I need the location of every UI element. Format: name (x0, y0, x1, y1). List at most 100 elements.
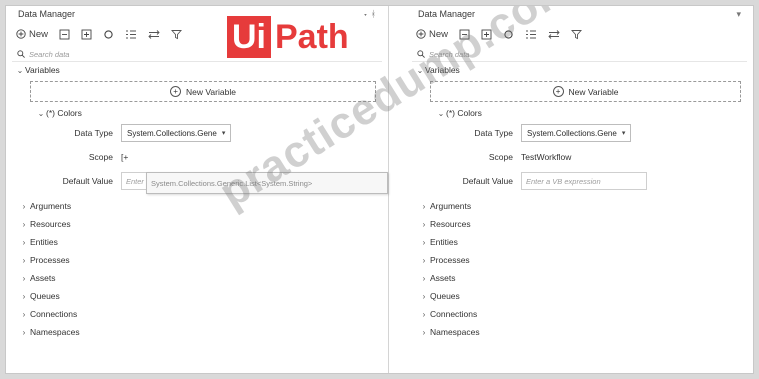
scope-value[interactable]: TestWorkflow (521, 152, 571, 162)
collapse-all-button[interactable] (459, 29, 470, 40)
category-item-assets[interactable]: › Assets (6, 269, 388, 287)
chevron-down-icon[interactable]: ⌄ (36, 109, 46, 118)
collapse-all-button[interactable] (59, 29, 70, 40)
category-item-connections[interactable]: › Connections (406, 305, 753, 323)
expand-all-button[interactable] (81, 29, 92, 40)
sort-button[interactable] (548, 29, 560, 40)
chevron-right-icon[interactable]: › (418, 274, 430, 283)
chevron-right-icon[interactable]: › (418, 220, 430, 229)
data-type-row: Data Type System.Collections.Gene ▾ (6, 121, 388, 145)
plus-circle-icon: + (552, 86, 564, 97)
chevron-down-icon[interactable]: ⌄ (415, 66, 425, 75)
data-manager-panel-right: Data Manager ▾ New Search data ⌄ Variabl… (406, 6, 753, 373)
data-type-value: System.Collections.Gene (527, 128, 617, 138)
new-button-label: New (29, 28, 49, 40)
chevron-right-icon[interactable]: › (418, 310, 430, 319)
variables-node[interactable]: ⌄ Variables (406, 62, 753, 78)
chevron-right-icon[interactable]: › (18, 310, 30, 319)
chevron-right-icon[interactable]: › (418, 202, 430, 211)
dropdown-option[interactable]: System.Collections.Generic.List<System.S… (151, 179, 312, 188)
dropdown-arrow-icon: ▾ (221, 130, 226, 137)
scope-value[interactable]: [+ (121, 152, 128, 162)
chevron-right-icon[interactable]: › (418, 256, 430, 265)
data-tree: ⌄ Variables + New Variable ⌄ (*) Colors … (406, 62, 753, 341)
plus-circle-icon (416, 29, 426, 39)
panel-options-icon[interactable]: ▾ (736, 6, 741, 23)
category-item-connections[interactable]: › Connections (6, 305, 388, 323)
category-item-namespaces[interactable]: › Namespaces (406, 323, 753, 341)
chevron-right-icon[interactable]: › (418, 328, 430, 337)
chevron-right-icon[interactable]: › (18, 202, 30, 211)
category-label: Entities (430, 237, 458, 247)
panel-options-icon[interactable]: ▾ ᚼ (363, 6, 376, 23)
category-list: › Arguments › Resources › Entities › Processes ›… (406, 197, 753, 341)
chevron-right-icon[interactable]: › (18, 220, 30, 229)
filter-button[interactable] (171, 29, 183, 40)
refresh-icon (104, 29, 113, 39)
category-item-arguments[interactable]: › Arguments (406, 197, 753, 215)
screenshot-frame: Data Manager ▾ ᚼ New Search data ⌄ Varia… (5, 5, 754, 374)
category-item-resources[interactable]: › Resources (6, 215, 388, 233)
new-button[interactable]: New (416, 29, 448, 40)
new-button[interactable]: New (16, 29, 48, 40)
new-variable-button[interactable]: + New Variable (30, 81, 376, 102)
variable-name: (*) Colors (446, 108, 482, 118)
category-item-processes[interactable]: › Processes (406, 251, 753, 269)
chevron-right-icon[interactable]: › (18, 292, 30, 301)
default-value-label: Default Value (62, 176, 113, 186)
chevron-right-icon[interactable]: › (18, 274, 30, 283)
scope-label: Scope (88, 152, 113, 162)
list-view-button[interactable] (525, 29, 537, 40)
category-item-assets[interactable]: › Assets (406, 269, 753, 287)
search-input[interactable]: Search data (429, 50, 469, 59)
chevron-down-icon[interactable]: ⌄ (15, 66, 25, 75)
category-item-entities[interactable]: › Entities (6, 233, 388, 251)
default-value-row: Default Value Enter a VB expression (406, 169, 753, 193)
collapse-all-icon (59, 29, 70, 39)
category-item-resources[interactable]: › Resources (406, 215, 753, 233)
data-type-row: Data Type System.Collections.Gene ▾ (406, 121, 753, 145)
search-bar[interactable]: Search data (12, 47, 382, 62)
expand-all-button[interactable] (481, 29, 492, 40)
variables-label: Variables (25, 65, 60, 75)
chevron-right-icon[interactable]: › (18, 256, 30, 265)
category-label: Assets (30, 273, 56, 283)
chevron-right-icon[interactable]: › (18, 328, 30, 337)
variables-node[interactable]: ⌄ Variables (6, 62, 388, 78)
filter-button[interactable] (571, 29, 583, 40)
chevron-right-icon[interactable]: › (418, 238, 430, 247)
chevron-down-icon[interactable]: ⌄ (436, 109, 446, 118)
data-type-select[interactable]: System.Collections.Gene ▾ (521, 124, 632, 142)
category-label: Processes (30, 255, 70, 265)
variable-node-colors[interactable]: ⌄ (*) Colors (406, 105, 753, 121)
category-item-processes[interactable]: › Processes (6, 251, 388, 269)
refresh-button[interactable] (503, 29, 514, 40)
data-type-select[interactable]: System.Collections.Gene ▾ (121, 124, 232, 142)
type-dropdown-popup[interactable]: System.Collections.Generic.List<System.S… (146, 172, 388, 194)
category-item-entities[interactable]: › Entities (406, 233, 753, 251)
variables-label: Variables (425, 65, 460, 75)
sort-button[interactable] (148, 29, 160, 40)
chevron-right-icon[interactable]: › (418, 292, 430, 301)
category-item-arguments[interactable]: › Arguments (6, 197, 388, 215)
search-bar[interactable]: Search data (412, 47, 747, 62)
refresh-icon (504, 29, 513, 39)
scope-row: Scope [+ (6, 145, 388, 169)
toolbar: New (406, 23, 753, 45)
search-input[interactable]: Search data (29, 50, 69, 59)
dropdown-arrow-icon: ▾ (621, 130, 626, 137)
category-item-queues[interactable]: › Queues (6, 287, 388, 305)
sort-icon (148, 29, 160, 39)
default-value-input[interactable]: Enter a VB expression (521, 172, 647, 190)
chevron-right-icon[interactable]: › (18, 238, 30, 247)
category-item-namespaces[interactable]: › Namespaces (6, 323, 388, 341)
category-label: Queues (430, 291, 460, 301)
new-variable-label: New Variable (568, 86, 619, 97)
category-item-queues[interactable]: › Queues (406, 287, 753, 305)
new-variable-button[interactable]: + New Variable (430, 81, 741, 102)
list-icon (526, 30, 537, 38)
data-type-label: Data Type (74, 128, 113, 138)
variable-node-colors[interactable]: ⌄ (*) Colors (6, 105, 388, 121)
refresh-button[interactable] (103, 29, 114, 40)
list-view-button[interactable] (125, 29, 137, 40)
